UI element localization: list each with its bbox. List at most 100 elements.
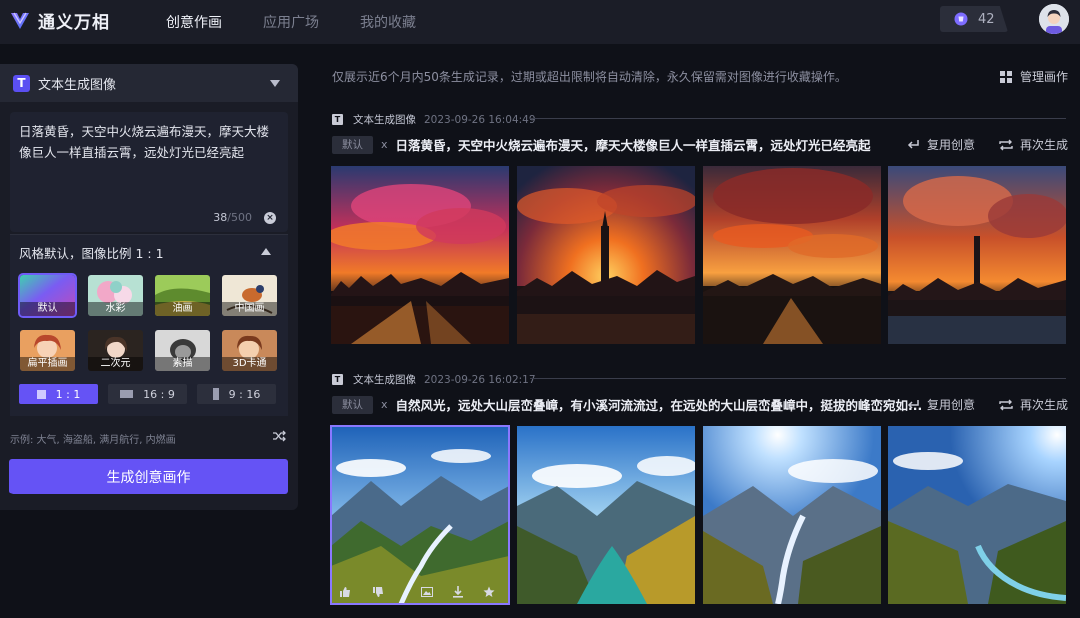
- style-label: 中国画: [222, 302, 277, 316]
- record-prompt-text: 日落黄昏，天空中火烧云遍布漫天，摩天大楼像巨人一样直插云霄，远处灯光已经亮起: [396, 135, 871, 154]
- style-label: 3D卡通: [222, 357, 277, 371]
- like-icon[interactable]: [339, 586, 351, 598]
- record-prompt-text: 自然风光，远处大山层峦叠嶂，有小溪河流流过，在远处的大山层峦叠嶂中，挺拔的峰峦宛…: [396, 395, 923, 414]
- style-label: 扁平插画: [20, 357, 75, 371]
- mode-title: 文本生成图像: [38, 74, 116, 93]
- regenerate-label: 再次生成: [1020, 396, 1068, 413]
- square-icon: [37, 390, 46, 399]
- points-icon: [954, 12, 968, 26]
- repeat-icon: [999, 139, 1013, 151]
- record-header: T 文本生成图像 2023-09-26 16:02:17: [332, 372, 536, 387]
- app-name: 通义万相: [38, 8, 110, 33]
- result-image[interactable]: [517, 166, 695, 344]
- style-tag: 默认: [332, 136, 373, 154]
- repeat-icon: [999, 399, 1013, 411]
- ratio-1-1[interactable]: 1 : 1: [19, 384, 98, 404]
- style-flat-illustration[interactable]: 扁平插画: [20, 330, 75, 371]
- download-icon[interactable]: [452, 586, 464, 598]
- record-time: 2023-09-26 16:04:49: [424, 114, 536, 126]
- style-label: 油画: [155, 302, 210, 316]
- ratio-label: 9 : 16: [229, 388, 261, 401]
- style-anime[interactable]: 二次元: [88, 330, 143, 371]
- reuse-button[interactable]: 复用创意: [907, 136, 975, 153]
- char-counter: 38/500: [213, 211, 252, 224]
- ratio-selector: 1 : 1 16 : 9 9 : 16: [19, 384, 286, 404]
- chevron-down-icon[interactable]: [270, 80, 280, 87]
- result-image[interactable]: [888, 426, 1066, 604]
- style-label: 二次元: [88, 357, 143, 371]
- generate-button[interactable]: 生成创意画作: [9, 459, 288, 494]
- style-tag: 默认: [332, 396, 373, 414]
- avatar-icon: [1039, 4, 1069, 34]
- mode-selector[interactable]: T 文本生成图像: [0, 64, 298, 102]
- char-count-used: 38: [213, 211, 227, 224]
- record-type: 文本生成图像: [353, 112, 416, 127]
- style-label: 默认: [20, 302, 75, 316]
- text-mode-icon: T: [332, 374, 343, 385]
- main-nav: 创意作画 应用广场 我的收藏: [166, 0, 457, 44]
- ratio-label: 16 : 9: [143, 388, 175, 401]
- image-icon[interactable]: [421, 586, 433, 598]
- top-bar: 通义万相 创意作画 应用广场 我的收藏 42: [0, 0, 1080, 44]
- star-icon[interactable]: [483, 586, 495, 598]
- result-image[interactable]: [517, 426, 695, 604]
- reuse-label: 复用创意: [927, 396, 975, 413]
- style-default[interactable]: 默认: [20, 275, 75, 316]
- result-image[interactable]: [703, 426, 881, 604]
- style-oil-painting[interactable]: 油画: [155, 275, 210, 316]
- landscape-icon: [120, 390, 133, 398]
- record-header: T 文本生成图像 2023-09-26 16:04:49: [332, 112, 536, 127]
- regenerate-label: 再次生成: [1020, 136, 1068, 153]
- prompt-text[interactable]: 日落黄昏，天空中火烧云遍布漫天，摩天大楼像巨人一样直插云霄，远处灯光已经亮起: [10, 112, 288, 172]
- style-settings: 风格默认，图像比例 1 : 1 默认 水彩 油画 中国画: [10, 234, 288, 416]
- clear-icon[interactable]: ×: [264, 212, 276, 224]
- reuse-button[interactable]: 复用创意: [907, 396, 975, 413]
- result-image[interactable]: [703, 166, 881, 344]
- style-summary: 风格默认，图像比例 1 : 1: [19, 243, 164, 262]
- style-3d-cartoon[interactable]: 3D卡通: [222, 330, 277, 371]
- result-image[interactable]: [331, 166, 509, 344]
- result-image-selected[interactable]: [331, 426, 509, 604]
- manage-artworks-button[interactable]: 管理画作: [1000, 68, 1068, 85]
- text-mode-icon: T: [332, 114, 343, 125]
- chevron-up-icon[interactable]: [261, 248, 271, 255]
- record-prompt: 默认 x 自然风光，远处大山层峦叠嶂，有小溪河流流过，在远处的大山层峦叠嶂中，挺…: [332, 395, 922, 414]
- record-type: 文本生成图像: [353, 372, 416, 387]
- dislike-icon[interactable]: [372, 586, 384, 598]
- separator: x: [381, 398, 388, 411]
- prompt-examples[interactable]: 示例: 大气, 海盗船, 满月航行, 内燃画: [10, 431, 176, 446]
- user-avatar[interactable]: [1039, 4, 1069, 34]
- style-label: 水彩: [88, 302, 143, 316]
- manage-label: 管理画作: [1020, 68, 1068, 85]
- portrait-icon: [213, 388, 219, 400]
- logo-icon: [8, 9, 32, 33]
- prompt-input[interactable]: 日落黄昏，天空中火烧云遍布漫天，摩天大楼像巨人一样直插云霄，远处灯光已经亮起 3…: [10, 112, 288, 232]
- nav-favorites[interactable]: 我的收藏: [360, 12, 416, 32]
- return-icon: [907, 139, 920, 151]
- char-count-max: /500: [227, 211, 252, 224]
- app-logo[interactable]: 通义万相: [8, 8, 110, 33]
- nav-app-square[interactable]: 应用广场: [263, 12, 319, 32]
- return-icon: [907, 399, 920, 411]
- ratio-16-9[interactable]: 16 : 9: [108, 384, 187, 404]
- reuse-label: 复用创意: [927, 136, 975, 153]
- shuffle-icon[interactable]: [272, 429, 286, 443]
- ratio-label: 1 : 1: [56, 388, 81, 401]
- regenerate-button[interactable]: 再次生成: [999, 396, 1068, 413]
- image-toolbar: [331, 580, 509, 604]
- generator-panel: T 文本生成图像 日落黄昏，天空中火烧云遍布漫天，摩天大楼像巨人一样直插云霄，远…: [0, 64, 298, 510]
- style-sketch[interactable]: 素描: [155, 330, 210, 371]
- nav-create[interactable]: 创意作画: [166, 12, 222, 32]
- style-watercolor[interactable]: 水彩: [88, 275, 143, 316]
- ratio-9-16[interactable]: 9 : 16: [197, 384, 276, 404]
- record-prompt: 默认 x 日落黄昏，天空中火烧云遍布漫天，摩天大楼像巨人一样直插云霄，远处灯光已…: [332, 135, 871, 154]
- result-image[interactable]: [888, 166, 1066, 344]
- points-badge[interactable]: 42: [940, 6, 1008, 32]
- grid-icon: [1000, 71, 1012, 83]
- text-mode-icon: T: [13, 75, 30, 92]
- record-time: 2023-09-26 16:02:17: [424, 374, 536, 386]
- separator: x: [381, 138, 388, 151]
- history-notice: 仅展示近6个月内50条生成记录，过期或超出限制将自动清除，永久保留需对图像进行收…: [332, 68, 847, 85]
- regenerate-button[interactable]: 再次生成: [999, 136, 1068, 153]
- style-chinese-painting[interactable]: 中国画: [222, 275, 277, 316]
